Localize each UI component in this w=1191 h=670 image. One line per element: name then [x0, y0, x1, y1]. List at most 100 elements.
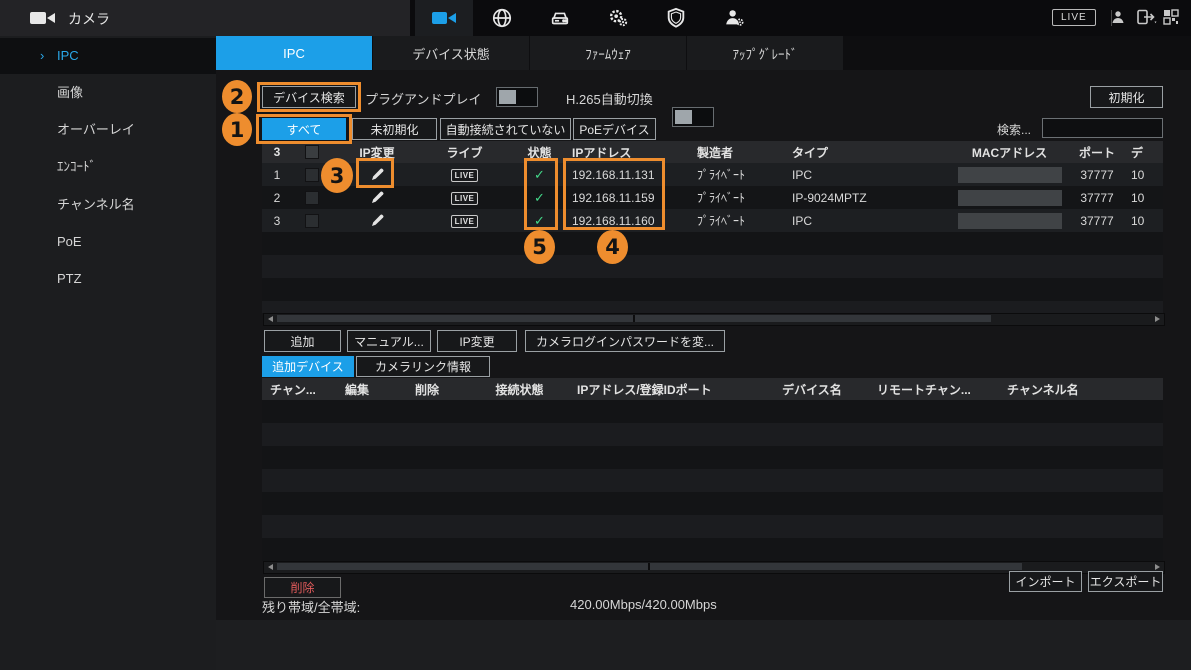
row-checkbox[interactable] — [305, 191, 319, 205]
initialize-button[interactable]: 初期化 — [1090, 86, 1163, 108]
filter-uninitialized-button[interactable]: 未初期化 — [352, 118, 437, 140]
filter-not-auto-connected-button[interactable]: 自動接続されていない — [440, 118, 571, 140]
annotation-box-edit-ip — [356, 158, 394, 188]
device-type: IP-9024MPTZ — [792, 191, 952, 205]
sidebar-item-label: PTZ — [57, 271, 82, 286]
tab-device-status[interactable]: デバイス状態 — [373, 36, 529, 70]
col-truncated: デ — [1127, 144, 1161, 161]
scroll-right-icon[interactable] — [1155, 316, 1160, 322]
footer-band — [216, 620, 1191, 670]
port: 37777 — [1067, 214, 1127, 228]
sidebar-item-label: ｴﾝｺｰﾄﾞ — [57, 159, 96, 174]
select-all-checkbox[interactable] — [305, 145, 319, 159]
search-input[interactable] — [1042, 118, 1163, 138]
row-checkbox[interactable] — [305, 214, 319, 228]
scrollbar-grip — [633, 315, 635, 322]
live-badge[interactable]: LIVE — [451, 169, 479, 182]
device-count: 3 — [262, 145, 292, 159]
col-remote-channel: リモートチャン... — [877, 381, 1007, 398]
live-badge[interactable]: LIVE — [451, 215, 479, 228]
tab-added-device[interactable]: 追加デバイス — [262, 356, 354, 377]
manufacturer: ﾌﾟﾗｲﾍﾞｰﾄ — [697, 212, 792, 229]
annotation-box-ip-column — [563, 158, 665, 230]
row-number: 2 — [262, 191, 292, 205]
sidebar-item-label: PoE — [57, 234, 82, 249]
nav-camera-icon[interactable] — [415, 0, 473, 36]
logout-icon[interactable] — [1137, 9, 1157, 30]
sidebar-item-ptz[interactable]: PTZ — [0, 264, 216, 294]
sidebar-item-poe[interactable]: PoE — [0, 227, 216, 257]
col-live: ライブ — [422, 144, 507, 161]
plug-and-play-toggle[interactable] — [496, 87, 538, 107]
nav-account-icon[interactable] — [705, 0, 763, 36]
import-button[interactable]: インポート — [1009, 571, 1082, 592]
col-port: ポート — [1067, 144, 1127, 161]
annotation-1: 1 — [222, 113, 252, 146]
table-row[interactable]: 2 LIVE ✓ 192.168.11.159 ﾌﾟﾗｲﾍﾞｰﾄ IP-9024… — [262, 186, 1163, 209]
table-row[interactable]: 1 LIVE ✓ 192.168.11.131 ﾌﾟﾗｲﾍﾞｰﾄ IPC 377… — [262, 163, 1163, 186]
sidebar-item-label: 画像 — [57, 85, 83, 100]
plug-and-play-label: プラグアンドプレイ — [365, 89, 481, 108]
change-camera-password-button[interactable]: カメラログインパスワードを変... — [525, 330, 725, 352]
scroll-left-icon[interactable] — [268, 564, 273, 570]
manual-add-button[interactable]: マニュアル... — [347, 330, 431, 352]
chevron-right-icon: › — [40, 38, 44, 74]
camera-title-icon — [30, 9, 56, 32]
scroll-right-icon[interactable] — [1155, 564, 1160, 570]
annotation-3: 3 — [321, 158, 353, 193]
nav-security-icon[interactable] — [647, 0, 705, 36]
user-icon[interactable] — [1110, 9, 1126, 30]
qr-code-icon[interactable] — [1163, 9, 1179, 30]
scrollbar-grip — [648, 563, 650, 570]
sidebar: › IPC 画像 オーバーレイ ｴﾝｺｰﾄﾞ チャンネル名 PoE PTZ — [0, 36, 216, 670]
scroll-left-icon[interactable] — [268, 316, 273, 322]
annotation-5: 5 — [524, 230, 555, 264]
tab-strip: IPC デバイス状態 ﾌｧｰﾑｳｪｱ ｱｯﾌﾟｸﾞﾚｰﾄﾞ — [216, 36, 1191, 70]
h265-auto-label: H.265自動切換 — [566, 89, 653, 108]
modify-ip-button[interactable]: IP変更 — [437, 330, 517, 352]
col-ip-port: IPアドレス/登録IDポート — [577, 381, 747, 398]
col-channel-name: チャンネル名 — [1007, 381, 1107, 398]
filter-poe-device-button[interactable]: PoEデバイス — [573, 118, 656, 140]
tab-firmware[interactable]: ﾌｧｰﾑｳｪｱ — [530, 36, 686, 70]
annotation-2: 2 — [222, 80, 252, 113]
mac-address-redacted — [958, 167, 1062, 183]
row-number: 3 — [262, 214, 292, 228]
edit-ip-icon[interactable] — [332, 213, 422, 228]
truncated-cell: 10 — [1127, 191, 1161, 205]
table-row[interactable]: 3 LIVE ✓ 192.168.11.160 ﾌﾟﾗｲﾍﾞｰﾄ IPC 377… — [262, 209, 1163, 232]
tab-camera-link-info[interactable]: カメラリンク情報 — [356, 356, 490, 377]
sidebar-item-channel-name[interactable]: チャンネル名 — [0, 190, 216, 220]
device-type: IPC — [792, 168, 952, 182]
row-checkbox[interactable] — [305, 168, 319, 182]
live-button[interactable]: LIVE — [1052, 9, 1096, 26]
export-button[interactable]: エクスポート — [1088, 571, 1163, 592]
sidebar-item-label: IPC — [57, 48, 79, 63]
h265-auto-toggle[interactable] — [672, 107, 714, 127]
delete-button[interactable]: 削除 — [264, 577, 341, 598]
col-mac: MACアドレス — [952, 144, 1067, 161]
add-button[interactable]: 追加 — [264, 330, 341, 352]
annotation-box-device-search — [257, 82, 361, 112]
col-manufacturer: 製造者 — [697, 144, 792, 161]
device-table-hscrollbar[interactable] — [263, 313, 1165, 326]
sidebar-item-overlay[interactable]: オーバーレイ — [0, 115, 216, 145]
nav-settings-icon[interactable] — [589, 0, 647, 36]
toggle-knob — [499, 90, 516, 104]
nav-storage-icon[interactable] — [531, 0, 589, 36]
bandwidth-label: 残り帯域/全帯域: — [262, 597, 360, 616]
mac-address-redacted — [958, 190, 1062, 206]
sidebar-item-ipc[interactable]: › IPC — [0, 38, 216, 74]
device-table-empty-rows — [262, 232, 1163, 313]
tab-ipc[interactable]: IPC — [216, 36, 372, 70]
toggle-knob — [675, 110, 692, 124]
tab-upgrade[interactable]: ｱｯﾌﾟｸﾞﾚｰﾄﾞ — [687, 36, 843, 70]
sidebar-item-encode[interactable]: ｴﾝｺｰﾄﾞ — [0, 152, 216, 182]
nav-network-icon[interactable] — [473, 0, 531, 36]
port: 37777 — [1067, 191, 1127, 205]
sidebar-item-image[interactable]: 画像 — [0, 78, 216, 108]
titlebar: カメラ — [0, 0, 410, 36]
edit-ip-icon[interactable] — [332, 190, 422, 205]
live-badge[interactable]: LIVE — [451, 192, 479, 205]
bandwidth-value: 420.00Mbps/420.00Mbps — [570, 597, 717, 612]
